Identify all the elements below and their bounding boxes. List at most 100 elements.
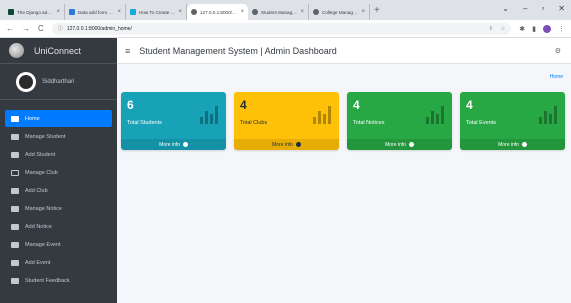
sidebar-item-manage-club[interactable]: Manage Club <box>5 164 112 181</box>
table-icon <box>11 277 19 284</box>
browser-tab[interactable]: How To Create a Hi × <box>126 4 187 20</box>
globe-icon <box>191 9 197 15</box>
graduation-cap-icon <box>11 241 19 248</box>
sidebar-item-manage-event[interactable]: Manage Event <box>5 236 112 253</box>
window-controls: ⌄ – ▫ ✕ <box>502 4 565 13</box>
page-title: Student Management System | Admin Dashbo… <box>139 45 337 56</box>
tab-title: How To Create a Hi <box>139 9 176 15</box>
address-bar[interactable]: ⓘ 127.0.0.1:8000/admin_home/ ⇪ ☆ <box>51 22 512 35</box>
table-icon <box>11 259 19 266</box>
stat-label: Total Notices <box>353 120 385 126</box>
new-tab-button[interactable]: + <box>374 5 380 16</box>
back-icon[interactable]: ← <box>6 24 14 33</box>
profile-avatar[interactable] <box>543 24 551 33</box>
avatar[interactable] <box>16 71 36 92</box>
sidebar-item-label: Manage Club <box>25 169 58 176</box>
tab-title: Data add form class h <box>78 9 115 15</box>
sidebar-item-add-student[interactable]: Add Student <box>5 146 112 163</box>
tab-title: The Django admin ma <box>17 9 54 15</box>
more-info-link[interactable]: More info <box>460 139 565 150</box>
stat-card-clubs: 4 Total Clubs More info <box>234 92 339 150</box>
close-icon[interactable]: × <box>300 9 304 15</box>
sidebar-item-label: Add Notice <box>25 223 52 230</box>
tab-favicon-icon <box>69 9 75 15</box>
sidebar-item-label: Add Event <box>25 259 51 266</box>
close-icon[interactable]: × <box>56 9 60 15</box>
tab-title: Student Manageme <box>261 9 298 15</box>
minimize-icon[interactable]: – <box>523 4 527 13</box>
menu-kebab-icon[interactable]: ⋮ <box>558 25 565 33</box>
share-icon[interactable]: ⇪ <box>489 26 493 32</box>
forward-icon[interactable]: → <box>22 24 30 33</box>
table-icon <box>11 151 19 158</box>
sidebar-item-student-feedback[interactable]: Student Feedback <box>5 272 112 289</box>
sidebar-item-add-club[interactable]: Add Club <box>5 182 112 199</box>
brand-text: UniConnect <box>34 45 82 56</box>
user-panel: Siddharthari <box>0 64 117 100</box>
sidebar-item-label: Home <box>25 115 40 122</box>
sidebar-item-label: Manage Student <box>25 133 66 140</box>
user-tie-icon <box>11 133 19 140</box>
chart-bar-icon <box>539 106 557 124</box>
more-info-label: More info <box>385 141 406 148</box>
stat-value: 4 <box>240 98 247 112</box>
info-icon[interactable]: ⓘ <box>58 25 63 32</box>
window-icon <box>11 169 19 176</box>
extensions-icon[interactable]: ✱ <box>519 25 525 33</box>
stat-card-students: 6 Total Students More info <box>121 92 226 150</box>
tab-favicon-icon <box>8 9 14 15</box>
arrow-circle-right-icon <box>521 142 527 147</box>
maximize-icon[interactable]: ▫ <box>541 4 544 13</box>
reload-icon[interactable]: C <box>38 24 44 33</box>
sidebar-item-label: Manage Notice <box>25 205 62 212</box>
arrow-circle-right-icon <box>408 142 414 147</box>
brand-link[interactable]: UniConnect <box>0 38 117 64</box>
sidebar-item-add-event[interactable]: Add Event <box>5 254 112 271</box>
browser-tab[interactable]: College Managemen× <box>309 4 370 20</box>
tab-favicon-icon <box>130 9 136 15</box>
close-icon[interactable]: × <box>117 9 121 15</box>
home-icon <box>11 115 19 122</box>
chevron-down-icon[interactable]: ⌄ <box>502 4 509 13</box>
more-info-label: More info <box>159 141 180 148</box>
close-icon[interactable]: × <box>178 9 182 15</box>
stat-label: Total Events <box>466 120 496 126</box>
sidebar-item-label: Add Club <box>25 187 48 194</box>
sidebar-item-home[interactable]: Home <box>5 110 112 127</box>
chart-bar-icon <box>426 106 444 124</box>
tab-title: 127.0.0.1:8000/admi <box>200 9 238 15</box>
more-info-link[interactable]: More info <box>234 139 339 150</box>
stat-card-notices: 4 Total Notices More info <box>347 92 452 150</box>
sidebar-item-manage-student[interactable]: Manage Student <box>5 128 112 145</box>
star-icon[interactable]: ☆ <box>501 26 505 32</box>
sidebar-item-add-notice[interactable]: Add Notice <box>5 218 112 235</box>
stat-label: Total Clubs <box>240 120 268 126</box>
hamburger-menu-icon[interactable]: ≡ <box>125 46 130 56</box>
sidebar-item-manage-notice[interactable]: Manage Notice <box>5 200 112 217</box>
main-content: Home 6 Total Students More info 4 Total … <box>117 64 571 303</box>
user-name[interactable]: Siddharthari <box>42 79 74 85</box>
close-icon[interactable]: × <box>240 9 244 15</box>
close-window-icon[interactable]: ✕ <box>558 4 565 13</box>
sidepanel-icon[interactable]: ▮ <box>532 25 536 33</box>
sidebar-nav: Home Manage Student Add Student Manage C… <box>0 100 117 289</box>
breadcrumb[interactable]: Home <box>550 74 563 80</box>
browser-toolbar: ← → C ⓘ 127.0.0.1:8000/admin_home/ ⇪ ☆ ✱… <box>0 20 571 38</box>
close-icon[interactable]: × <box>361 9 365 15</box>
stat-value: 6 <box>127 98 134 112</box>
gear-icon[interactable]: ⚙ <box>555 47 561 55</box>
browser-tab[interactable]: The Django admin ma× <box>4 4 65 20</box>
more-info-link[interactable]: More info <box>347 139 452 150</box>
chart-bar-icon <box>200 106 218 124</box>
browser-tab[interactable]: Student Manageme × <box>248 4 309 20</box>
browser-tab-active[interactable]: 127.0.0.1:8000/admi× <box>187 4 248 20</box>
arrow-circle-right-icon <box>182 142 188 147</box>
table-icon <box>11 223 19 230</box>
browser-tab[interactable]: Data add form class h× <box>65 4 126 20</box>
globe-icon <box>252 9 258 15</box>
more-info-link[interactable]: More info <box>121 139 226 150</box>
stat-card-events: 4 Total Events More info <box>460 92 565 150</box>
browser-tab-bar: The Django admin ma× Data add form class… <box>0 0 571 20</box>
sidebar-item-label: Student Feedback <box>25 277 70 284</box>
stat-label: Total Students <box>127 120 162 126</box>
